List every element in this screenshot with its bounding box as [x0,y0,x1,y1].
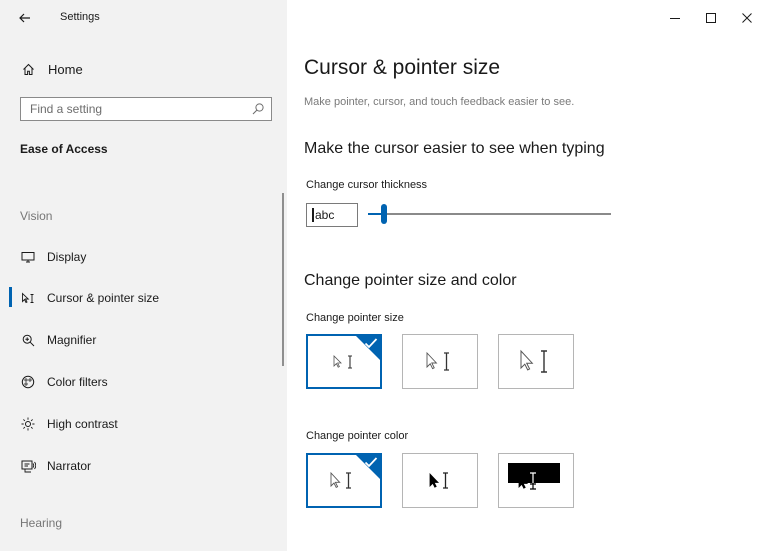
back-button[interactable] [16,9,34,27]
minimize-button[interactable] [657,0,693,36]
sidebar-item-magnifier[interactable]: Magnifier [20,328,96,352]
search-input[interactable] [21,98,250,120]
pointer-preview [403,454,477,507]
pointer-size-label: Change pointer size [306,312,404,324]
white-pointer-icon [330,471,351,489]
cursor-thickness-label: Change cursor thickness [306,179,428,191]
title-bar: Settings [0,0,287,36]
pointer-color-option-inverted[interactable] [498,453,574,508]
text-cursor-caret [312,208,314,222]
active-indicator [9,287,12,307]
pointer-color-label: Change pointer color [306,430,409,442]
pointer-arrow-ibeam-icon [520,349,547,373]
minimize-icon [670,18,680,19]
magnifier-icon [20,332,36,348]
narrator-icon [20,458,36,474]
search-icon[interactable] [251,102,265,116]
close-button[interactable] [729,0,765,36]
sidebar-item-home[interactable]: Home [20,56,83,82]
cursor-thickness-preview: abc [306,203,358,227]
sidebar-item-narrator[interactable]: Narrator [20,454,91,478]
black-pointer-icon [429,471,448,489]
sidebar-item-label: Display [47,250,87,264]
sidebar-item-color-filters[interactable]: Color filters [20,370,108,394]
group-label-hearing: Hearing [20,516,63,530]
sidebar-item-label: Magnifier [47,333,97,347]
sidebar-item-high-contrast[interactable]: High contrast [20,412,118,436]
cursor-pointer-icon [20,290,36,306]
close-icon [742,13,752,23]
pointer-color-option-black[interactable] [402,453,478,508]
cursor-preview-text: abc [315,208,335,222]
pointer-arrow-ibeam-icon [426,351,449,371]
inverted-pointer-icon [508,462,560,490]
page-title: Cursor & pointer size [304,56,501,79]
pointer-preview [308,455,380,506]
pointer-size-option-large[interactable] [498,334,574,389]
pointer-size-option-medium[interactable] [402,334,478,389]
main-content: Cursor & pointer size Make pointer, curs… [287,0,765,551]
pointer-preview [499,335,573,388]
group-label-vision: Vision [20,209,53,223]
cursor-thickness-slider-track[interactable] [368,213,611,215]
section-title: Ease of Access [20,142,108,156]
sidebar: Settings Home Ease of Access Vision [0,0,287,551]
back-arrow-icon [19,13,30,23]
cursor-section-heading: Make the cursor easier to see when typin… [304,140,605,157]
sidebar-item-label: Narrator [47,459,92,473]
pointer-section-heading: Change pointer size and color [304,272,517,289]
search-box[interactable] [20,97,272,121]
home-label: Home [48,61,83,77]
pointer-preview [403,335,477,388]
pointer-arrow-ibeam-icon [333,354,352,369]
pointer-size-option-small[interactable] [306,334,382,389]
color-filters-icon [20,374,36,390]
sidebar-item-label: High contrast [47,417,118,431]
pointer-preview [499,454,573,507]
settings-window: Settings Home Ease of Access Vision [0,0,765,551]
maximize-icon [706,13,716,23]
pointer-color-option-white[interactable] [306,453,382,508]
sidebar-item-label: Cursor & pointer size [47,291,160,305]
pointer-preview [308,336,380,387]
home-icon [20,61,36,77]
app-title: Settings [60,11,100,23]
cursor-thickness-slider-thumb[interactable] [381,204,387,224]
monitor-icon [20,249,36,265]
high-contrast-icon [20,416,36,432]
maximize-button[interactable] [693,0,729,36]
page-subtitle: Make pointer, cursor, and touch feedback… [304,96,575,108]
sidebar-item-label: Color filters [47,375,108,389]
sidebar-item-display[interactable]: Display [20,245,86,269]
sidebar-scrollbar[interactable] [282,193,284,366]
sidebar-item-cursor-pointer-size[interactable]: Cursor & pointer size [20,286,159,310]
window-controls [657,0,765,36]
